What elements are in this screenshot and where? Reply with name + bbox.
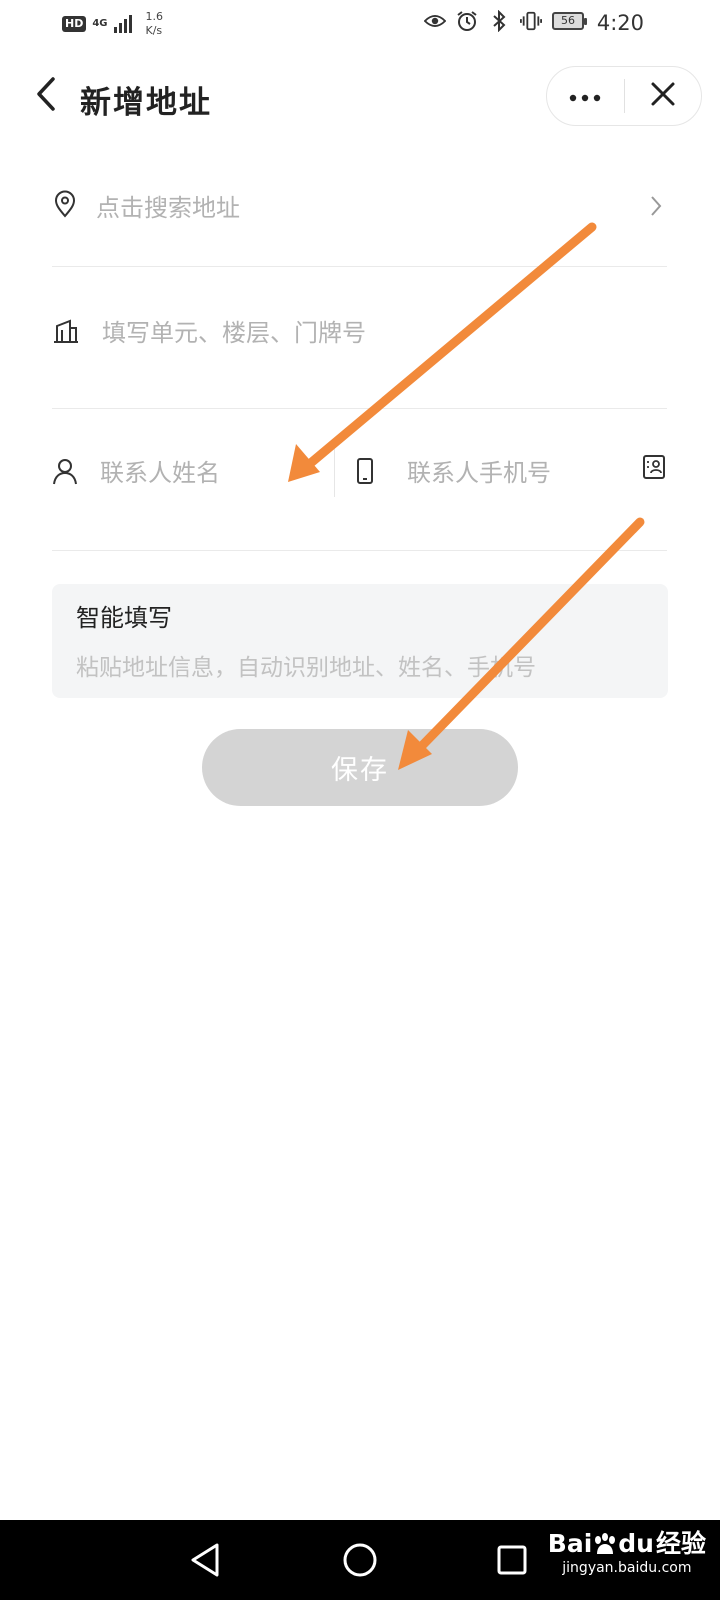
building-icon [52,317,80,345]
contact-row: 联系人姓名 联系人手机号 [52,409,667,551]
close-icon [650,81,676,111]
person-icon [51,457,79,485]
clock: 4:20 [596,11,644,35]
smart-fill-placeholder: 粘贴地址信息，自动识别地址、姓名、手机号 [76,655,536,681]
status-bar: HD 4G 1.6 K/s 56 4:20 [0,0,720,48]
nav-back-button[interactable] [184,1540,228,1584]
nav-home-button[interactable] [338,1540,382,1584]
back-arrow-icon [34,76,58,116]
smart-fill-box[interactable]: 智能填写 粘贴地址信息，自动识别地址、姓名、手机号 [52,584,668,698]
phone-icon [351,457,379,485]
more-button[interactable] [547,67,624,125]
unit-input[interactable]: 填写单元、楼层、门牌号 [102,313,366,348]
battery-indicator: 56 [552,12,587,30]
nav-recent-button[interactable] [490,1540,534,1584]
watermark-brand-b: du [618,1529,654,1558]
baidu-jingyan-watermark: Bai du经验 jingyan.baidu.com [548,1524,706,1576]
contact-book-icon[interactable] [640,453,668,481]
vibrate-icon [520,10,542,32]
hd-badge: HD [62,16,87,32]
search-address-row[interactable]: 点击搜索地址 [52,160,667,267]
network-type: 4G [92,18,108,29]
back-button[interactable] [26,76,66,116]
nav-back-icon [189,1542,223,1582]
watermark-brand-c: 经验 [655,1529,706,1558]
paw-icon [595,1533,616,1554]
system-navigation-bar: Bai du经验 jingyan.baidu.com [0,1520,720,1600]
smart-fill-title: 智能填写 [76,604,172,632]
more-icon [569,87,601,106]
status-right: 56 [424,10,587,32]
nav-home-icon [342,1542,378,1582]
navigation-bar: 新增地址 [0,64,720,128]
page-title: 新增地址 [80,85,212,121]
status-left: HD 4G 1.6 K/s [62,10,163,38]
eye-icon [424,10,446,32]
unit-row[interactable]: 填写单元、楼层、门牌号 [52,267,667,409]
bluetooth-icon [488,10,510,32]
network-speed: 1.6 K/s [146,10,164,38]
mini-program-capsule [546,66,702,126]
watermark-brand-a: Bai [547,1529,593,1558]
nav-recent-icon [496,1544,528,1580]
chevron-right-icon [649,194,663,222]
search-address-placeholder: 点击搜索地址 [96,194,240,222]
contact-name-input[interactable]: 联系人姓名 [100,453,220,488]
save-button[interactable]: 保存 [202,729,518,806]
location-pin-icon [51,190,79,218]
contact-phone-input[interactable]: 联系人手机号 [407,453,551,488]
contact-divider [334,449,335,497]
signal-icon [113,15,132,33]
speed-unit: K/s [145,24,163,37]
speed-value: 1.6 [145,10,164,23]
alarm-icon [456,10,478,32]
watermark-logo: Bai du经验 [548,1524,706,1560]
close-button[interactable] [625,67,702,125]
watermark-site: jingyan.baidu.com [562,1560,692,1576]
